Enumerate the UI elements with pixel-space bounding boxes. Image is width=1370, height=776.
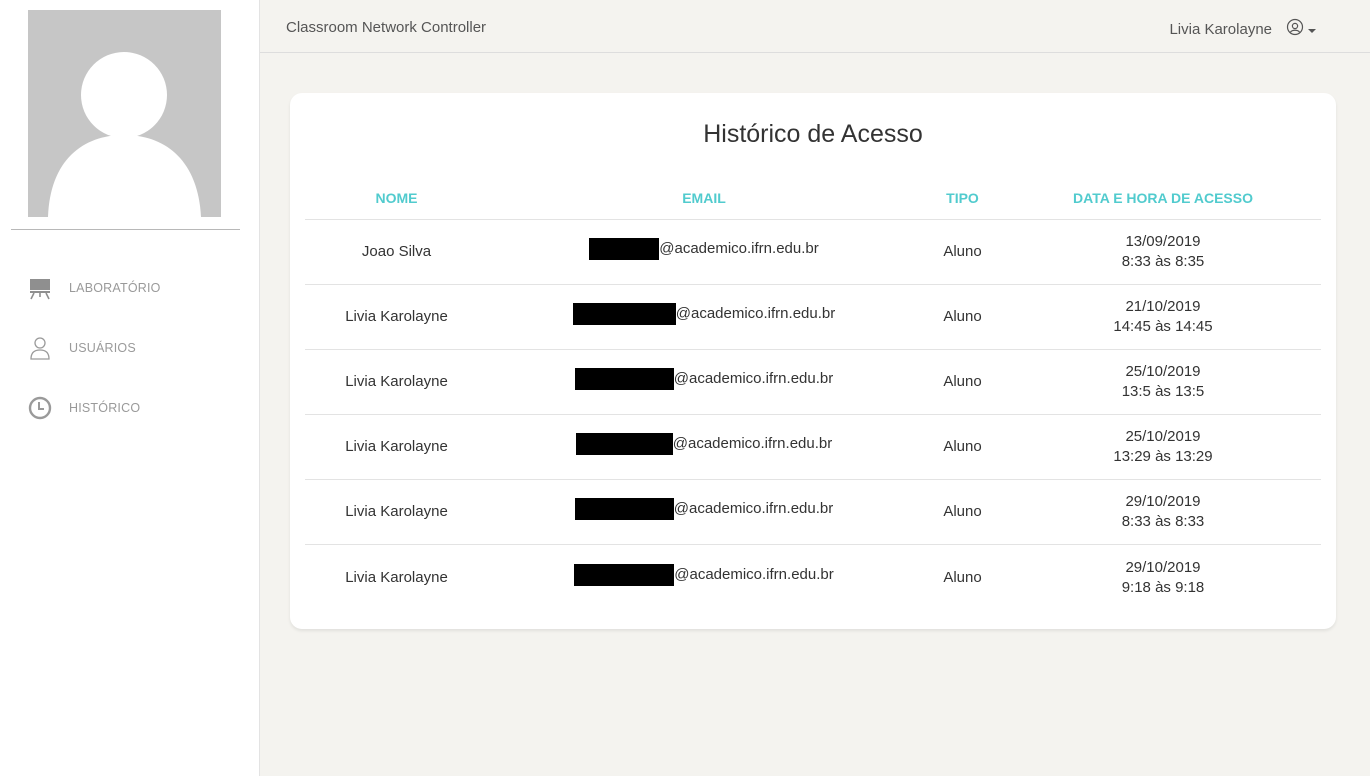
column-header-nome: NOME [375, 189, 418, 206]
cell-type: Aluno [943, 243, 982, 260]
cell-datetime: 13/09/2019 8:33 às 8:35 [1005, 232, 1321, 272]
email-domain: @academico.ifrn.edu.br [673, 370, 834, 387]
cell-email: @academico.ifrn.edu.br [488, 303, 920, 331]
sidebar-item-historico[interactable]: HISTÓRICO [0, 388, 259, 428]
access-date: 29/10/2019 [1125, 493, 1201, 510]
sidebar-item-label: USUÁRIOS [69, 341, 136, 355]
cell-email: @academico.ifrn.edu.br [488, 433, 920, 461]
email-domain: @academico.ifrn.edu.br [675, 305, 836, 322]
cell-datetime: 25/10/2019 13:29 às 13:29 [1005, 427, 1321, 467]
clock-icon [28, 396, 52, 420]
table-row: Livia Karolayne @academico.ifrn.edu.br A… [305, 285, 1321, 350]
sidebar-divider [11, 229, 240, 230]
cell-name: Livia Karolayne [345, 373, 448, 390]
cell-datetime: 25/10/2019 13:5 às 13:5 [1005, 362, 1321, 402]
cell-type: Aluno [943, 568, 982, 586]
top-navbar: Classroom Network Controller Livia Karol… [260, 0, 1370, 53]
access-time: 8:33 às 8:35 [1121, 253, 1205, 270]
user-name: Livia Karolayne [1169, 21, 1272, 38]
cell-type: Aluno [943, 373, 982, 390]
table-row: Joao Silva @academico.ifrn.edu.br Aluno … [305, 220, 1321, 285]
email-domain: @academico.ifrn.edu.br [673, 500, 834, 517]
cell-type: Aluno [943, 308, 982, 325]
access-date: 29/10/2019 [1125, 558, 1201, 576]
redaction-block [572, 303, 676, 325]
redaction-block [574, 368, 674, 390]
sidebar: LABORATÓRIO USUÁRIOS HISTÓRICO [0, 0, 260, 776]
access-date: 25/10/2019 [1125, 428, 1201, 445]
access-date: 21/10/2019 [1125, 298, 1201, 315]
access-time: 8:33 às 8:33 [1121, 513, 1205, 530]
user-circle-icon [1286, 18, 1304, 41]
cell-email: @academico.ifrn.edu.br [488, 563, 920, 592]
redaction-block [575, 433, 673, 455]
cell-name: Livia Karolayne [345, 308, 448, 325]
column-header-tipo: TIPO [946, 189, 979, 206]
cell-email: @academico.ifrn.edu.br [488, 368, 920, 396]
table-row: Livia Karolayne @academico.ifrn.edu.br A… [305, 545, 1321, 610]
column-header-email: EMAIL [682, 189, 726, 206]
access-time: 13:5 às 13:5 [1121, 383, 1205, 400]
cell-name: Livia Karolayne [345, 438, 448, 455]
sidebar-item-label: LABORATÓRIO [69, 281, 161, 295]
sidebar-item-label: HISTÓRICO [69, 401, 141, 415]
sidebar-item-usuarios[interactable]: USUÁRIOS [0, 328, 259, 368]
redaction-block [574, 563, 675, 586]
default-avatar-icon [28, 10, 221, 217]
cell-datetime: 29/10/2019 9:18 às 9:18 [1005, 558, 1321, 598]
access-time: 13:29 às 13:29 [1113, 448, 1213, 465]
page-title: Histórico de Acesso [703, 120, 923, 148]
email-domain: @academico.ifrn.edu.br [672, 435, 833, 452]
access-time: 9:18 às 9:18 [1121, 578, 1205, 596]
sidebar-item-laboratorio[interactable]: LABORATÓRIO [0, 268, 259, 308]
email-domain: @academico.ifrn.edu.br [674, 565, 834, 583]
table-header: NOME EMAIL TIPO DATA E HORA DE ACESSO [305, 176, 1321, 220]
access-history-table: NOME EMAIL TIPO DATA E HORA DE ACESSO Jo… [305, 176, 1321, 610]
table-row: Livia Karolayne @academico.ifrn.edu.br A… [305, 350, 1321, 415]
redaction-block [574, 498, 674, 520]
cell-datetime: 21/10/2019 14:45 às 14:45 [1005, 297, 1321, 337]
cell-type: Aluno [943, 438, 982, 455]
cell-name: Joao Silva [361, 243, 432, 260]
caret-down-icon [1308, 21, 1316, 39]
cell-email: @academico.ifrn.edu.br [488, 238, 920, 266]
email-domain: @academico.ifrn.edu.br [659, 240, 819, 257]
cell-name: Livia Karolayne [345, 503, 448, 520]
access-time: 14:45 às 14:45 [1113, 318, 1213, 335]
sidebar-nav: LABORATÓRIO USUÁRIOS HISTÓRICO [0, 268, 259, 448]
access-date: 13/09/2019 [1125, 233, 1201, 250]
cell-name: Livia Karolayne [345, 568, 448, 586]
cell-datetime: 29/10/2019 8:33 às 8:33 [1005, 492, 1321, 532]
column-header-data-hora: DATA E HORA DE ACESSO [1073, 189, 1253, 206]
classroom-icon [28, 276, 52, 300]
redaction-block [589, 238, 660, 260]
table-row: Livia Karolayne @academico.ifrn.edu.br A… [305, 415, 1321, 480]
navbar-brand[interactable]: Classroom Network Controller [286, 19, 486, 36]
access-date: 25/10/2019 [1125, 363, 1201, 380]
access-history-card: Histórico de Acesso NOME EMAIL TIPO DATA… [290, 93, 1336, 629]
cell-type: Aluno [943, 503, 982, 520]
cell-email: @academico.ifrn.edu.br [488, 498, 920, 526]
user-menu-toggle[interactable]: Livia Karolayne [1169, 18, 1316, 41]
user-icon [28, 336, 52, 360]
table-row: Livia Karolayne @academico.ifrn.edu.br A… [305, 480, 1321, 545]
